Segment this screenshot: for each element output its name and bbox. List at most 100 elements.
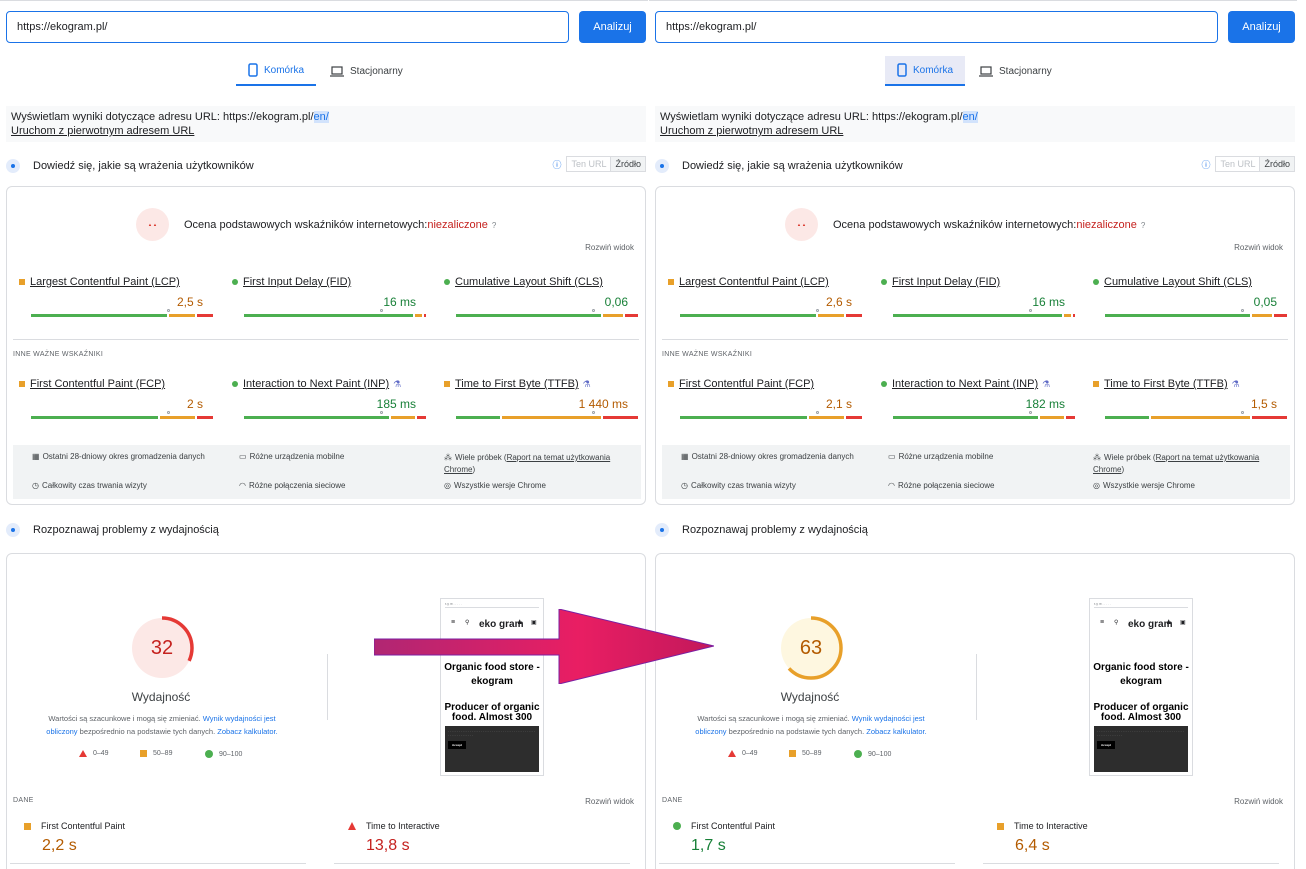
data-collection-info: ▦ Ostatni 28-dniowy okres gromadzenia dan… [662,445,1290,499]
metric-value: 2,6 s [825,295,852,309]
metric-value: 0,05 [1253,295,1277,309]
bar-segment [1065,416,1075,419]
tab-desktop[interactable]: Stacjonarny [967,56,1064,86]
performance-label: Wydajność [780,690,840,704]
experimental-icon: ⚗ [393,378,402,389]
metric-label: Interaction to Next Paint (INP) ⚗ [232,378,401,390]
source-toggle[interactable]: Źródło [611,157,645,171]
chrome-versions-info: ◎ Wszystkie wersje Chrome [444,481,546,490]
metric-cls: Cumulative Layout Shift (CLS) 0,05 [1093,276,1291,326]
bar-segment [1252,314,1273,317]
good-dot-icon [444,279,450,285]
average-square-icon [1093,381,1099,387]
expand-view-link[interactable]: Rozwiń widok [585,243,634,252]
comparison-arrow [374,609,714,684]
metric-label: Interaction to Next Paint (INP) ⚗ [881,378,1050,390]
calculator-link[interactable]: Zobacz kalkulator. [217,727,277,736]
site-logo: eko gram [1128,619,1173,630]
average-square-icon [19,381,25,387]
original-url-link[interactable]: Uruchom z pierwotnym adresem URL [11,125,194,137]
metric-value: 2,5 s [176,295,203,309]
bar-segment [502,416,602,419]
performance-description: Wartości są szacunkowe i mogą się zmieni… [695,714,927,736]
bar-segment [416,416,426,419]
period-info: ▦ Ostatni 28-dniowy okres gromadzenia dan… [681,452,854,461]
square-icon [997,822,1004,830]
original-url-link[interactable]: Uruchom z pierwotnym adresem URL [660,125,843,137]
bar-segment [196,416,213,419]
metric-link[interactable]: Interaction to Next Paint (INP) [243,378,389,390]
metric-link[interactable]: First Contentful Paint (FCP) [679,378,814,390]
this-url-toggle[interactable]: Ten URL [1216,157,1261,171]
info-icon[interactable]: ⓘ [1201,158,1210,171]
circle-icon [854,750,862,758]
square-icon [140,750,147,757]
metric-link[interactable]: Interaction to Next Paint (INP) [892,378,1038,390]
metric-link[interactable]: Cumulative Layout Shift (CLS) [1104,276,1252,288]
tab-desktop[interactable]: Stacjonarny [318,56,415,86]
analyze-button[interactable]: Analizuj [579,11,646,43]
square-icon [24,822,31,830]
metric-inp: Interaction to Next Paint (INP) ⚗ 182 ms [881,378,1079,428]
tab-mobile[interactable]: Komórka [885,56,966,86]
metric-link[interactable]: Cumulative Layout Shift (CLS) [455,276,603,288]
analyze-button[interactable]: Analizuj [1228,11,1295,43]
calculator-link[interactable]: Zobacz kalkulator. [866,727,926,736]
metric-link[interactable]: Time to First Byte (TTFB) [455,378,579,390]
info-icon[interactable]: ⓘ [552,158,561,171]
cwv-assessment: Ocena podstawowych wskaźników internetow… [184,219,497,231]
url-input[interactable]: https://ekogram.pl/ [655,11,1218,43]
distribution-bar [244,411,430,419]
devices-icon: ▭ [239,452,247,461]
device-tabs: Komórka Stacjonarny [649,56,1297,86]
url-input[interactable]: https://ekogram.pl/ [6,11,569,43]
bar-segment [680,314,816,317]
this-url-toggle[interactable]: Ten URL [567,157,612,171]
performance-gauge: 63 [778,615,844,681]
legend-good: 90–100 [205,750,242,758]
metric-label: First Input Delay (FID) [881,276,1000,288]
square-icon [789,750,796,757]
cookie-banner: · · · · · · · · · · · · · · · · · · · · … [445,726,539,772]
visit-duration-info: ◷ Całkowity czas trwania wizyty [681,481,796,490]
distribution-bar [1105,309,1291,317]
metric-value: 2,1 s [825,397,852,411]
experimental-icon: ⚗ [582,378,591,389]
metric-fid: First Input Delay (FID) 16 ms [232,276,430,326]
screenshot-subheading: Producer of organic food. Almost 300 [444,702,540,723]
bar-segment [244,314,414,317]
bar-segment [893,416,1039,419]
lab-data-card: 32 Wydajność Wartości są szacunkowe i mo… [6,553,646,869]
expand-view-link[interactable]: Rozwiń widok [1234,243,1283,252]
metric-label: First Input Delay (FID) [232,276,351,288]
metric-link[interactable]: First Input Delay (FID) [243,276,351,288]
tab-mobile[interactable]: Komórka [236,56,317,86]
help-icon[interactable]: ? [1141,221,1145,230]
metric-link[interactable]: Time to First Byte (TTFB) [1104,378,1228,390]
experimental-icon: ⚗ [1042,378,1051,389]
metric-fcp: First Contentful Paint (FCP) 2 s [19,378,217,428]
samples-info: ⁂ Wiele próbek (Raport na temat użytkowan… [444,453,611,474]
cwv-badge-icon: ▲ ▲ [136,208,169,241]
percentile-marker [380,411,384,414]
circle-icon [673,822,681,830]
lab-data-header: DANE [662,797,683,804]
lab-metric-fcp: First Contentful Paint 2,2 s [10,817,306,867]
laptop-icon [979,65,993,77]
distribution-bar [456,411,642,419]
metric-link[interactable]: Largest Contentful Paint (LCP) [679,276,829,288]
url-notice: Wyświetlam wyniki dotyczące adresu URL: … [655,106,1295,142]
distribution-bar [31,411,217,419]
timer-icon: ◷ [32,481,39,490]
source-toggle[interactable]: Źródło [1260,157,1294,171]
expand-lab-link[interactable]: Rozwiń widok [585,797,634,806]
metric-link[interactable]: First Contentful Paint (FCP) [30,378,165,390]
metric-value: 1,5 s [1250,397,1277,411]
help-icon[interactable]: ? [492,221,496,230]
metric-link[interactable]: First Input Delay (FID) [892,276,1000,288]
metric-link[interactable]: Largest Contentful Paint (LCP) [30,276,180,288]
expand-lab-link[interactable]: Rozwiń widok [1234,797,1283,806]
distribution-bar [893,309,1079,317]
good-dot-icon [232,279,238,285]
performance-score: 32 [150,636,174,659]
